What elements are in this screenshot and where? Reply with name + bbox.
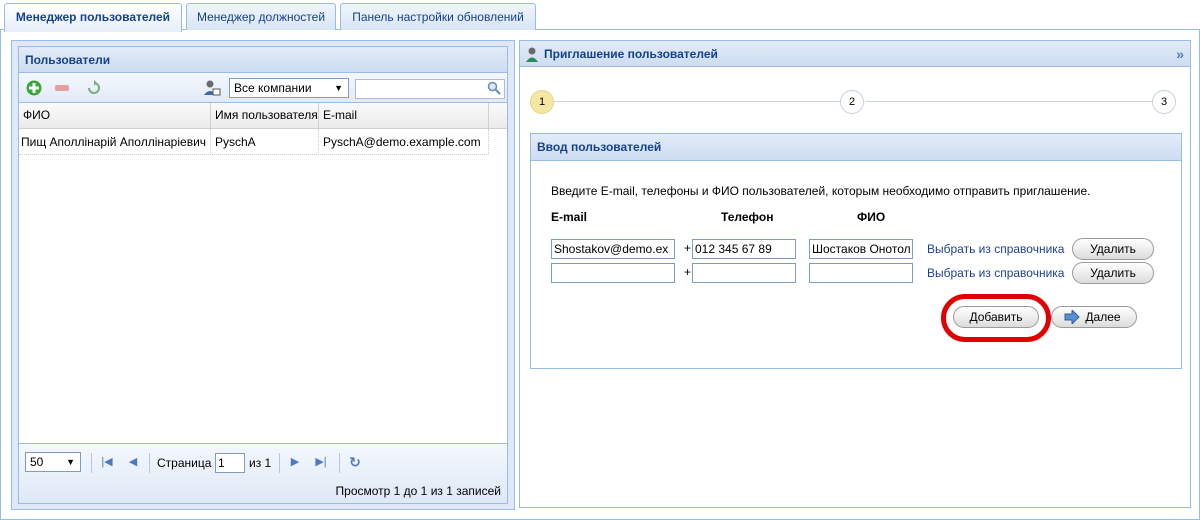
- search-input[interactable]: [355, 79, 505, 99]
- users-toolbar: Все компании ▼: [19, 73, 507, 103]
- page-number-input[interactable]: 1: [215, 453, 245, 473]
- phone-field[interactable]: 012 345 67 89: [692, 239, 796, 259]
- pick-from-directory-link[interactable]: Выбрать из справочника: [927, 242, 1064, 256]
- phone-header: Телефон: [721, 210, 774, 224]
- refresh-icon[interactable]: [85, 79, 103, 97]
- invite-panel: Приглашение пользователей » 1 2 3 Ввод п…: [519, 40, 1191, 508]
- pager-separator: [149, 453, 150, 473]
- user-filter-icon: [203, 79, 221, 97]
- page-size-select[interactable]: 50 ▼: [25, 452, 81, 472]
- tab-position-manager[interactable]: Менеджер должностей: [186, 3, 336, 31]
- first-page-icon[interactable]: |◀: [99, 454, 115, 470]
- pager-separator: [339, 453, 340, 473]
- user-entry-title: Ввод пользователей: [531, 134, 1181, 161]
- email-field[interactable]: Shostakov@demo.ex: [551, 239, 675, 259]
- phone-plus: +: [684, 241, 692, 255]
- pager-separator: [91, 453, 92, 473]
- step-1: 1: [530, 90, 554, 114]
- next-page-icon[interactable]: ▶: [287, 454, 303, 470]
- user-invite-icon: [526, 46, 540, 72]
- tab-bar: Менеджер пользователей Менеджер должност…: [0, 0, 1200, 32]
- fio-header: ФИО: [857, 210, 886, 224]
- table-row[interactable]: Пищ Аполлінарій Аполлінаріевич PyschA Py…: [19, 129, 489, 155]
- users-panel-title: Пользователи: [19, 47, 507, 73]
- invite-panel-header: Приглашение пользователей »: [520, 41, 1190, 67]
- prev-page-icon[interactable]: ◀: [125, 454, 141, 470]
- pager-separator: [279, 453, 280, 473]
- column-header-username[interactable]: Имя пользователя: [211, 103, 319, 129]
- next-button-label: Далее: [1085, 310, 1121, 324]
- delete-button[interactable]: Удалить: [1072, 262, 1154, 284]
- tab-user-manager[interactable]: Менеджер пользователей: [4, 3, 182, 32]
- instruction-text: Введите E-mail, телефоны и ФИО пользоват…: [551, 184, 1091, 198]
- fio-field[interactable]: [809, 263, 913, 283]
- cell-fio: Пищ Аполлінарій Аполлінаріевич: [19, 129, 211, 155]
- users-grid-header: ФИО Имя пользователя E-mail: [19, 103, 507, 129]
- users-pager: 50 ▼ |◀ ◀ Страница 1 из 1 ▶ ▶| ↻ Просмот…: [19, 443, 507, 503]
- search-icon[interactable]: [487, 81, 501, 98]
- cell-email: PyschA@demo.example.com: [319, 129, 489, 155]
- email-header: E-mail: [551, 210, 588, 224]
- progress-line: [554, 101, 840, 102]
- users-panel-frame: Пользователи Все компании ▼ ФИО Имя поль…: [11, 40, 515, 510]
- column-header-fio[interactable]: ФИО: [19, 103, 211, 129]
- next-button[interactable]: Далее: [1051, 306, 1137, 328]
- user-entry-section: Ввод пользователей Введите E-mail, телеф…: [530, 133, 1182, 369]
- invite-panel-title: Приглашение пользователей: [544, 47, 718, 61]
- phone-plus: +: [684, 265, 692, 279]
- company-select-value: Все компании: [234, 81, 312, 95]
- pick-from-directory-link[interactable]: Выбрать из справочника: [927, 266, 1064, 280]
- phone-field[interactable]: [692, 263, 796, 283]
- progress-line: [866, 101, 1152, 102]
- add-button[interactable]: Добавить: [953, 306, 1039, 328]
- remove-user-icon[interactable]: [53, 79, 71, 97]
- cell-username: PyschA: [211, 129, 319, 155]
- add-user-icon[interactable]: [25, 79, 43, 97]
- arrow-right-icon: [1064, 308, 1080, 330]
- chevron-down-icon: ▼: [66, 457, 75, 467]
- tab-content: Пользователи Все компании ▼ ФИО Имя поль…: [0, 30, 1200, 520]
- step-2: 2: [840, 90, 864, 114]
- column-header-email[interactable]: E-mail: [319, 103, 489, 129]
- users-panel: Пользователи Все компании ▼ ФИО Имя поль…: [18, 46, 508, 504]
- page-label: Страница: [157, 456, 212, 470]
- tab-update-settings[interactable]: Панель настройки обновлений: [340, 3, 536, 31]
- step-3: 3: [1152, 90, 1176, 114]
- fio-field[interactable]: Шостаков Онотол: [809, 239, 913, 259]
- page-size-value: 50: [30, 455, 44, 469]
- delete-button[interactable]: Удалить: [1072, 238, 1154, 260]
- chevron-down-icon: ▼: [334, 83, 343, 93]
- email-field[interactable]: [551, 263, 675, 283]
- pager-summary: Просмотр 1 до 1 из 1 записей: [335, 484, 501, 498]
- last-page-icon[interactable]: ▶|: [313, 454, 329, 470]
- collapse-icon[interactable]: »: [1176, 41, 1184, 67]
- page-total-label: из 1: [249, 456, 272, 470]
- company-select[interactable]: Все компании ▼: [229, 78, 349, 98]
- reload-icon[interactable]: ↻: [347, 454, 363, 470]
